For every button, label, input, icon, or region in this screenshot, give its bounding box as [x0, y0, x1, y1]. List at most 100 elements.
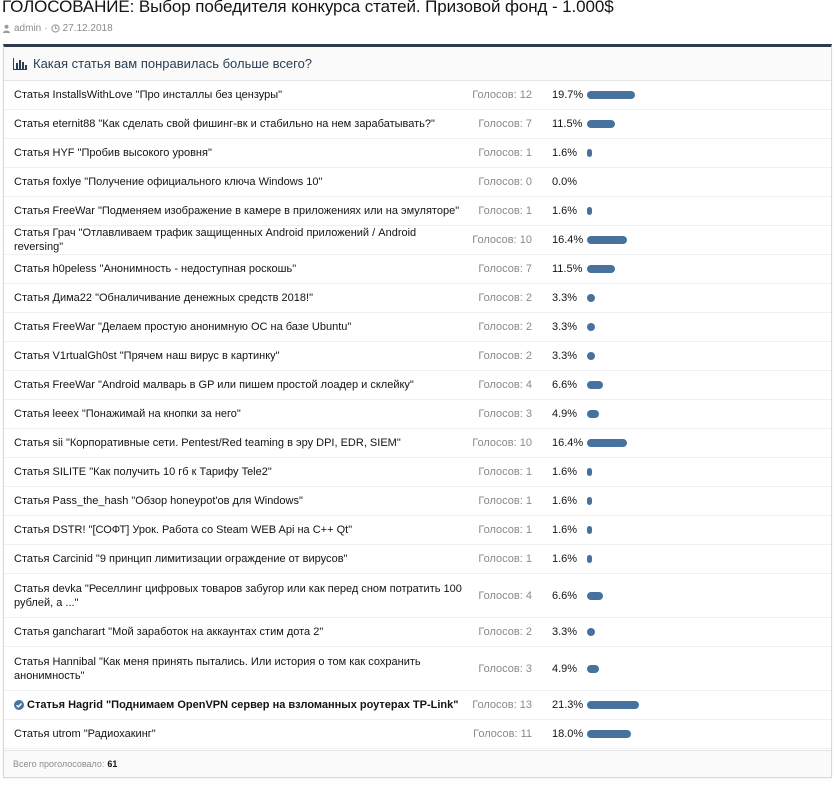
poll-option-votes: Голосов: 1: [478, 553, 532, 565]
poll-option-votes: Голосов: 1: [478, 466, 532, 478]
poll-option-votes: Голосов: 1: [478, 147, 532, 159]
thread-author[interactable]: admin: [14, 23, 41, 34]
poll-option-bar: [587, 410, 599, 418]
poll-option-votes: Голосов: 4: [478, 589, 532, 602]
poll-option-label: Статья devka "Реселлинг цифровых товаров…: [14, 582, 462, 609]
poll-option-bar: [587, 352, 595, 360]
poll-option-row: Статья Carcinid "9 принцип лимитизации о…: [4, 545, 831, 574]
poll-option-percent: 0.0%: [552, 176, 578, 188]
thread-date[interactable]: 27.12.2018: [63, 23, 113, 34]
poll-option-label: Статья foxlye "Получение официального кл…: [14, 176, 323, 188]
bar-chart-icon: [13, 57, 27, 70]
poll-option-bar: [587, 294, 595, 302]
poll-option-bar: [587, 120, 615, 128]
poll-option-label: Статья eternit88 "Как сделать свой фишин…: [14, 118, 435, 130]
thread-title: ГОЛОСОВАНИЕ: Выбор победителя конкурса с…: [2, 0, 614, 16]
poll-option-votes: Голосов: 1: [478, 495, 532, 507]
poll-option-percent: 1.6%: [552, 495, 578, 507]
poll-option-votes: Голосов: 1: [478, 524, 532, 536]
total-voters-count: 61: [107, 759, 118, 769]
poll-footer: Всего проголосовало: 61: [4, 750, 831, 777]
poll-option-bar: [587, 701, 639, 709]
poll-option-row: Статья V1rtualGh0st "Прячем наш вирус в …: [4, 342, 831, 371]
poll-option-label: Статья gancharart "Мой заработок на акка…: [14, 626, 324, 638]
poll-option-row: Статья SILITE "Как получить 10 гб к Тари…: [4, 458, 831, 487]
poll-option-votes: Голосов: 3: [478, 408, 532, 420]
poll-option-bar: [587, 236, 627, 244]
poll-option-bar: [587, 265, 615, 273]
poll-option-bar: [587, 497, 592, 505]
poll-option-percent: 1.6%: [552, 205, 578, 217]
poll-option-label: Статья Hagrid "Поднимаем OpenVPN сервер …: [14, 698, 464, 712]
poll-header: Какая статья вам понравилась больше всег…: [4, 47, 831, 81]
poll-option-row: Статья InstallsWithLove "Про инсталлы бе…: [4, 81, 831, 110]
total-voters-label: Всего проголосовало:: [13, 759, 105, 769]
poll-option-row: Статья Грач "Отлавливаем трафик защищенн…: [4, 226, 831, 255]
poll-option-row: Статья Hannibal "Как меня принять пытали…: [4, 647, 831, 691]
poll-option-label: Статья HYF "Пробив высокого уровня": [14, 147, 212, 159]
poll-option-votes: Голосов: 7: [478, 118, 532, 130]
poll-option-percent: 3.3%: [552, 321, 578, 333]
poll-option-row: Статья Hagrid "Поднимаем OpenVPN сервер …: [4, 691, 831, 720]
clock-icon: [50, 24, 60, 33]
poll-option-votes: Голосов: 12: [472, 89, 532, 101]
poll-option-percent: 3.3%: [552, 292, 578, 304]
poll-option-percent: 11.5%: [552, 118, 583, 130]
poll-option-bar: [587, 381, 603, 389]
user-icon: [2, 24, 11, 33]
poll-option-text: Статья Hagrid "Поднимаем OpenVPN сервер …: [27, 699, 459, 711]
poll-option-votes: Голосов: 11: [473, 728, 532, 740]
poll-option-label: Статья FreeWar "Подменяем изображение в …: [14, 205, 460, 217]
poll-option-votes: Голосов: 0: [478, 176, 532, 188]
poll-option-votes: Голосов: 4: [478, 379, 532, 391]
poll-option-label: Статья V1rtualGh0st "Прячем наш вирус в …: [14, 350, 280, 362]
poll-option-label: Статья DSTR! "[СОФТ] Урок. Работа со Ste…: [14, 524, 353, 536]
poll-option-votes: Голосов: 2: [478, 321, 532, 333]
poll-option-row: Статья Pass_the_hash "Обзор honeypot'ов …: [4, 487, 831, 516]
poll-option-bar: [587, 628, 595, 636]
poll-option-bar: [587, 468, 592, 476]
poll-option-label: Статья Дима22 "Обналичивание денежных ср…: [14, 292, 313, 304]
poll-option-row: Статья sii "Корпоративные сети. Pentest/…: [4, 429, 831, 458]
poll-option-bar: [587, 91, 635, 99]
poll-option-label: Статья InstallsWithLove "Про инсталлы бе…: [14, 89, 283, 101]
poll-option-label: Статья FreeWar "Android малварь в GP или…: [14, 379, 414, 391]
poll-option-label: Статья sii "Корпоративные сети. Pentest/…: [14, 437, 401, 449]
check-circle-icon: [14, 700, 24, 710]
poll-option-label: Статья SILITE "Как получить 10 гб к Тари…: [14, 466, 272, 478]
poll-option-row: Статья Дима22 "Обналичивание денежных ср…: [4, 284, 831, 313]
poll-option-label: Статья Carcinid "9 принцип лимитизации о…: [14, 553, 348, 565]
poll-option-row: Статья HYF "Пробив высокого уровня" Голос…: [4, 139, 831, 168]
poll-option-votes: Голосов: 13: [472, 699, 532, 711]
poll-option-votes: Голосов: 10: [472, 437, 532, 449]
poll-option-row: Статья devka "Реселлинг цифровых товаров…: [4, 574, 831, 618]
poll-option-label: Статья utrom "Радиохакинг": [14, 728, 156, 740]
poll-option-percent: 3.3%: [552, 626, 578, 638]
poll-option-votes: Голосов: 2: [478, 626, 532, 638]
poll-option-label: Статья Pass_the_hash "Обзор honeypot'ов …: [14, 495, 303, 507]
poll-option-bar: [587, 439, 627, 447]
poll-option-label: Статья Грач "Отлавливаем трафик защищенн…: [14, 227, 417, 253]
poll-option-label: Статья Hannibal "Как меня принять пытали…: [14, 655, 421, 682]
poll-option-bar: [587, 664, 599, 673]
poll-option-votes: Голосов: 3: [478, 662, 532, 675]
poll-option-votes: Голосов: 1: [478, 205, 532, 217]
poll-option-percent: 21.3%: [552, 699, 584, 711]
thread-header: ГОЛОСОВАНИЕ: Выбор победителя конкурса с…: [0, 0, 834, 44]
poll-option-percent: 1.6%: [552, 147, 578, 159]
poll-option-label: Статья FreeWar "Делаем простую анонимную…: [14, 321, 352, 333]
poll-option-percent: 19.7%: [552, 89, 584, 101]
poll-option-row: Статья DSTR! "[СОФТ] Урок. Работа со Ste…: [4, 516, 831, 545]
poll-option-percent: 16.4%: [552, 234, 584, 246]
poll-option-bar: [587, 149, 592, 157]
poll-option-bar: [587, 323, 595, 331]
poll-option-row: Статья utrom "Радиохакинг" Голосов: 11 18.…: [4, 720, 831, 749]
poll-option-percent: 18.0%: [552, 728, 584, 740]
poll-options: Статья InstallsWithLove "Про инсталлы бе…: [4, 81, 831, 749]
poll-option-votes: Голосов: 2: [478, 350, 532, 362]
poll-option-row: Статья h0peless "Анонимность - недоступн…: [4, 255, 831, 284]
poll-option-percent: 1.6%: [552, 524, 578, 536]
poll-option-bar: [587, 555, 592, 563]
thread-meta: admin · 27.12.2018: [2, 23, 113, 34]
poll-option-label: Статья h0peless "Анонимность - недоступн…: [14, 263, 297, 275]
